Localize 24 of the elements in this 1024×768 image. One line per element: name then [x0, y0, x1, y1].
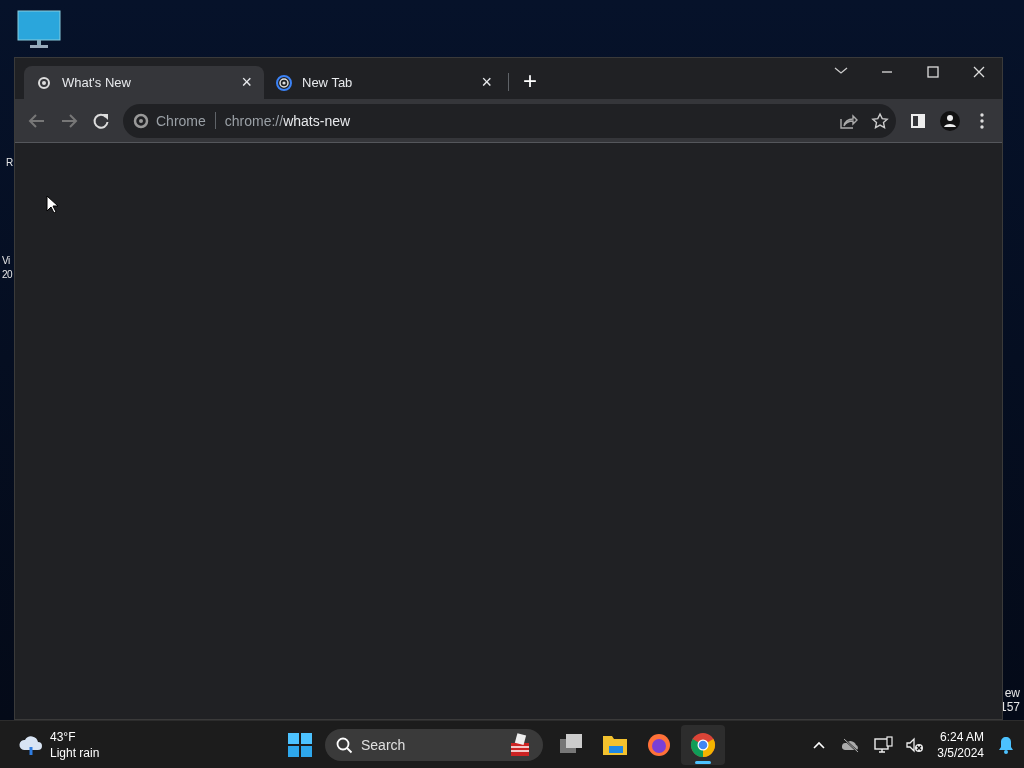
- close-tab-button[interactable]: ×: [237, 72, 256, 93]
- weather-condition: Light rain: [50, 744, 100, 761]
- clock-time[interactable]: 6:24 AM: [937, 728, 984, 745]
- computer-icon[interactable]: [17, 10, 61, 50]
- notification-bell-icon[interactable]: [998, 735, 1014, 754]
- browser-tab[interactable]: New Tab ×: [264, 66, 504, 99]
- new-tab-button[interactable]: +: [515, 66, 545, 99]
- site-chip[interactable]: Chrome: [156, 112, 206, 129]
- network-icon[interactable]: [871, 734, 896, 755]
- tab-title: New Tab: [302, 75, 354, 90]
- search-field[interactable]: Search: [325, 728, 543, 761]
- start-icon[interactable]: [287, 731, 313, 758]
- address-field[interactable]: chrome://whats-new: [224, 112, 832, 129]
- ballot-box-icon: [509, 732, 531, 757]
- mouse-cursor-icon: [46, 195, 58, 213]
- close-tab-button[interactable]: ×: [477, 72, 496, 93]
- clock-date[interactable]: 3/5/2024: [937, 744, 984, 761]
- temperature-text: 43°F: [50, 728, 77, 745]
- desktop-icon-label[interactable]: Vi: [2, 254, 13, 268]
- desktop-icon-label[interactable]: ew: [999, 686, 1020, 700]
- desktop-icon-label[interactable]: 20: [2, 268, 13, 282]
- desktop-icon-label[interactable]: R: [6, 156, 13, 170]
- browser-tab[interactable]: What's New ×: [24, 66, 264, 99]
- tab-title: What's New: [62, 75, 132, 90]
